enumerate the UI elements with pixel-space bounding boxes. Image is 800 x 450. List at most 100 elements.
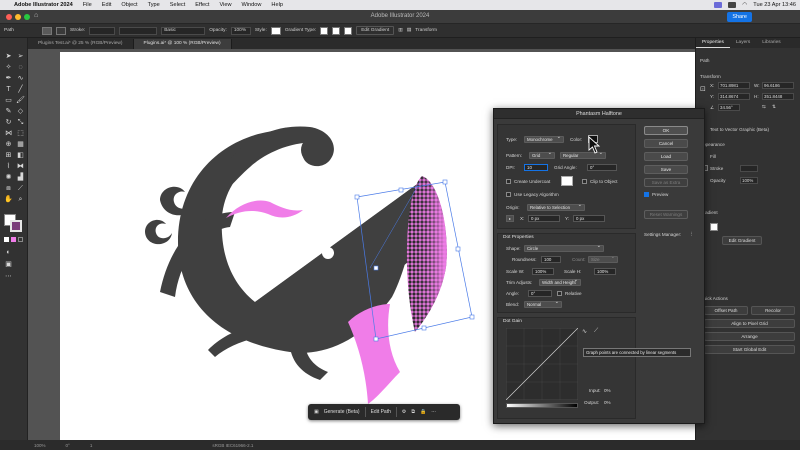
settings-gear-icon[interactable]: ⚙: [402, 409, 406, 415]
origin-select[interactable]: Relative to Selection: [527, 203, 585, 211]
curvature-tool-icon[interactable]: ∿: [16, 74, 25, 83]
graphic-style-swatch[interactable]: [270, 26, 281, 35]
more-options-icon[interactable]: ⋯: [431, 409, 436, 415]
perspective-grid-icon[interactable]: ▦: [16, 140, 25, 149]
menu-effect[interactable]: Effect: [195, 2, 209, 8]
h-field[interactable]: 351.8448: [762, 93, 794, 100]
radial-gradient-icon[interactable]: [332, 26, 341, 35]
origin-x-field[interactable]: 0 px: [528, 215, 560, 222]
angle-field[interactable]: 0°: [528, 290, 552, 297]
reset-warnings-button[interactable]: Reset Warnings: [644, 210, 688, 219]
tab-plugins-test[interactable]: Plugins Test.ai* @ 25 % (RGB/Preview): [28, 39, 134, 49]
menu-file[interactable]: File: [83, 2, 92, 8]
battery-icon[interactable]: [728, 2, 737, 8]
settings-manager-icon[interactable]: ⋮: [689, 231, 694, 237]
flip-horizontal-icon[interactable]: ⇆: [762, 104, 766, 110]
edit-gradient-button[interactable]: Edit Gradient: [356, 26, 395, 35]
pink-wing[interactable]: [226, 200, 303, 218]
start-global-edit-button[interactable]: Start Global Edit: [704, 345, 795, 354]
trim-adjusts-select[interactable]: Width and Height: [539, 278, 581, 286]
duplicate-icon[interactable]: ⧉: [411, 409, 415, 415]
scale-h-field[interactable]: 100%: [594, 268, 616, 275]
arrange-button[interactable]: Arrange: [704, 332, 795, 341]
generate-icon[interactable]: ▣: [314, 409, 319, 415]
gradient-tool-icon[interactable]: ◧: [16, 151, 25, 160]
stroke-color-swatch[interactable]: [10, 220, 22, 232]
transform-link[interactable]: Transform: [415, 28, 437, 33]
freeform-gradient-icon[interactable]: [344, 26, 353, 35]
align-icon[interactable]: ▥: [398, 28, 403, 33]
count-select[interactable]: Size: [588, 255, 618, 263]
artboard-number[interactable]: 1: [90, 443, 93, 448]
grid-angle-field[interactable]: 0°: [587, 164, 617, 171]
origin-reference-icon[interactable]: ▸: [506, 215, 514, 222]
w-field[interactable]: 96.6186: [762, 82, 794, 89]
dpi-field[interactable]: 10: [524, 164, 548, 171]
top-curl[interactable]: [218, 126, 334, 192]
rectangle-tool-icon[interactable]: ▭: [4, 96, 13, 105]
gradient-mode-icon[interactable]: [11, 237, 16, 242]
align-pixel-grid-button[interactable]: Align to Pixel Grid: [704, 319, 795, 328]
generate-beta-button[interactable]: Generate (Beta): [324, 409, 360, 415]
tab-layers[interactable]: Layers: [730, 38, 756, 48]
clock[interactable]: Tue 23 Apr 13:46: [753, 2, 796, 8]
line-tool-icon[interactable]: ╱: [16, 85, 25, 94]
screen-mode-icon[interactable]: ▣: [4, 260, 13, 269]
pen-tool-icon[interactable]: ✒: [4, 74, 13, 83]
gradient-swatch[interactable]: [710, 223, 718, 231]
menu-app-name[interactable]: Adobe Illustrator 2024: [14, 2, 73, 8]
rotation-value[interactable]: 0°: [66, 443, 70, 448]
stroke-weight[interactable]: [740, 165, 758, 172]
blend-tool-icon[interactable]: ⧓: [16, 162, 25, 171]
fill-swatch[interactable]: [42, 26, 52, 35]
preview-checkbox[interactable]: [644, 192, 649, 197]
rotate-tool-icon[interactable]: ↻: [4, 118, 13, 127]
legacy-algorithm-checkbox[interactable]: [506, 192, 511, 197]
distribute-icon[interactable]: ▤: [407, 28, 412, 33]
smooth-curve-icon[interactable]: ⟋: [594, 328, 598, 335]
shaper-tool-icon[interactable]: ✎: [4, 107, 13, 116]
mesh-tool-icon[interactable]: ⊞: [4, 151, 13, 160]
opacity-field[interactable]: 100%: [740, 177, 758, 184]
cancel-button[interactable]: Cancel: [644, 139, 688, 148]
bird-eye[interactable]: [322, 247, 334, 259]
stroke-swatch[interactable]: [56, 26, 66, 35]
scale-w-field[interactable]: 100%: [532, 268, 554, 275]
x-field[interactable]: 701.8981: [718, 82, 750, 89]
dot-gain-curve[interactable]: [506, 328, 578, 400]
free-transform-icon[interactable]: ⬚: [16, 129, 25, 138]
tab-properties[interactable]: Properties: [696, 38, 730, 48]
zoom-level[interactable]: 100%: [34, 443, 46, 448]
eraser-tool-icon[interactable]: ◇: [16, 107, 25, 116]
create-undercoat-checkbox[interactable]: [506, 179, 511, 184]
bird-beak-dark[interactable]: [260, 182, 420, 344]
lock-icon[interactable]: 🔒: [420, 409, 426, 415]
save-button[interactable]: Save: [644, 165, 688, 174]
tab-libraries[interactable]: Libraries: [756, 38, 786, 48]
origin-y-field[interactable]: 0 px: [573, 215, 605, 222]
relative-checkbox[interactable]: [557, 291, 562, 296]
share-button[interactable]: Share: [727, 12, 752, 22]
edit-gradient-button[interactable]: Edit Gradient: [722, 236, 762, 245]
menu-select[interactable]: Select: [170, 2, 186, 8]
menu-edit[interactable]: Edit: [102, 2, 112, 8]
blend-select[interactable]: Normal: [524, 300, 562, 308]
type-tool-icon[interactable]: T: [4, 85, 13, 94]
menu-view[interactable]: View: [219, 2, 231, 8]
stroke-weight-field[interactable]: [89, 26, 116, 35]
graph-tool-icon[interactable]: ▟: [16, 173, 25, 182]
width-tool-icon[interactable]: ⋈: [4, 129, 13, 138]
menu-help[interactable]: Help: [271, 2, 283, 8]
roundness-field[interactable]: 100: [541, 256, 561, 263]
shape-select[interactable]: Circle: [524, 244, 604, 252]
offset-path-button[interactable]: Offset Path: [704, 306, 748, 315]
more-tools-icon[interactable]: ⋯: [4, 272, 13, 281]
menu-window[interactable]: Window: [242, 2, 262, 8]
undercoat-color-swatch[interactable]: [561, 176, 573, 186]
recolor-button[interactable]: Recolor: [751, 306, 795, 315]
selection-tool-icon[interactable]: ➤: [4, 52, 13, 61]
type-select[interactable]: Monochrome: [524, 135, 564, 143]
load-button[interactable]: Load: [644, 152, 688, 161]
eyedropper-icon[interactable]: ⌇: [4, 162, 13, 171]
angle-field[interactable]: 34.56°: [718, 104, 740, 111]
